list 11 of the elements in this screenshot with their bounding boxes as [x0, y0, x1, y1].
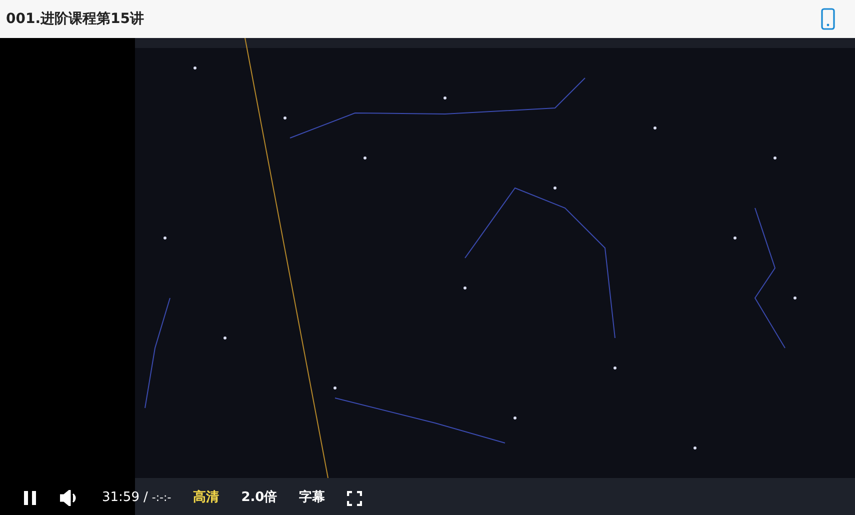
- speed-button[interactable]: 2.0倍: [241, 488, 278, 508]
- subtitles-button[interactable]: 字幕: [299, 488, 326, 508]
- video-title: 001.进阶课程第15讲: [6, 10, 144, 28]
- current-time: 31:59: [102, 489, 140, 508]
- fullscreen-icon[interactable]: [347, 490, 362, 506]
- pause-icon: [24, 491, 36, 505]
- phone-icon[interactable]: [821, 8, 835, 30]
- time-separator: /: [143, 489, 148, 508]
- quality-button[interactable]: 高清: [193, 488, 220, 508]
- pause-button[interactable]: [22, 490, 38, 506]
- duration: -:-:-: [152, 490, 172, 506]
